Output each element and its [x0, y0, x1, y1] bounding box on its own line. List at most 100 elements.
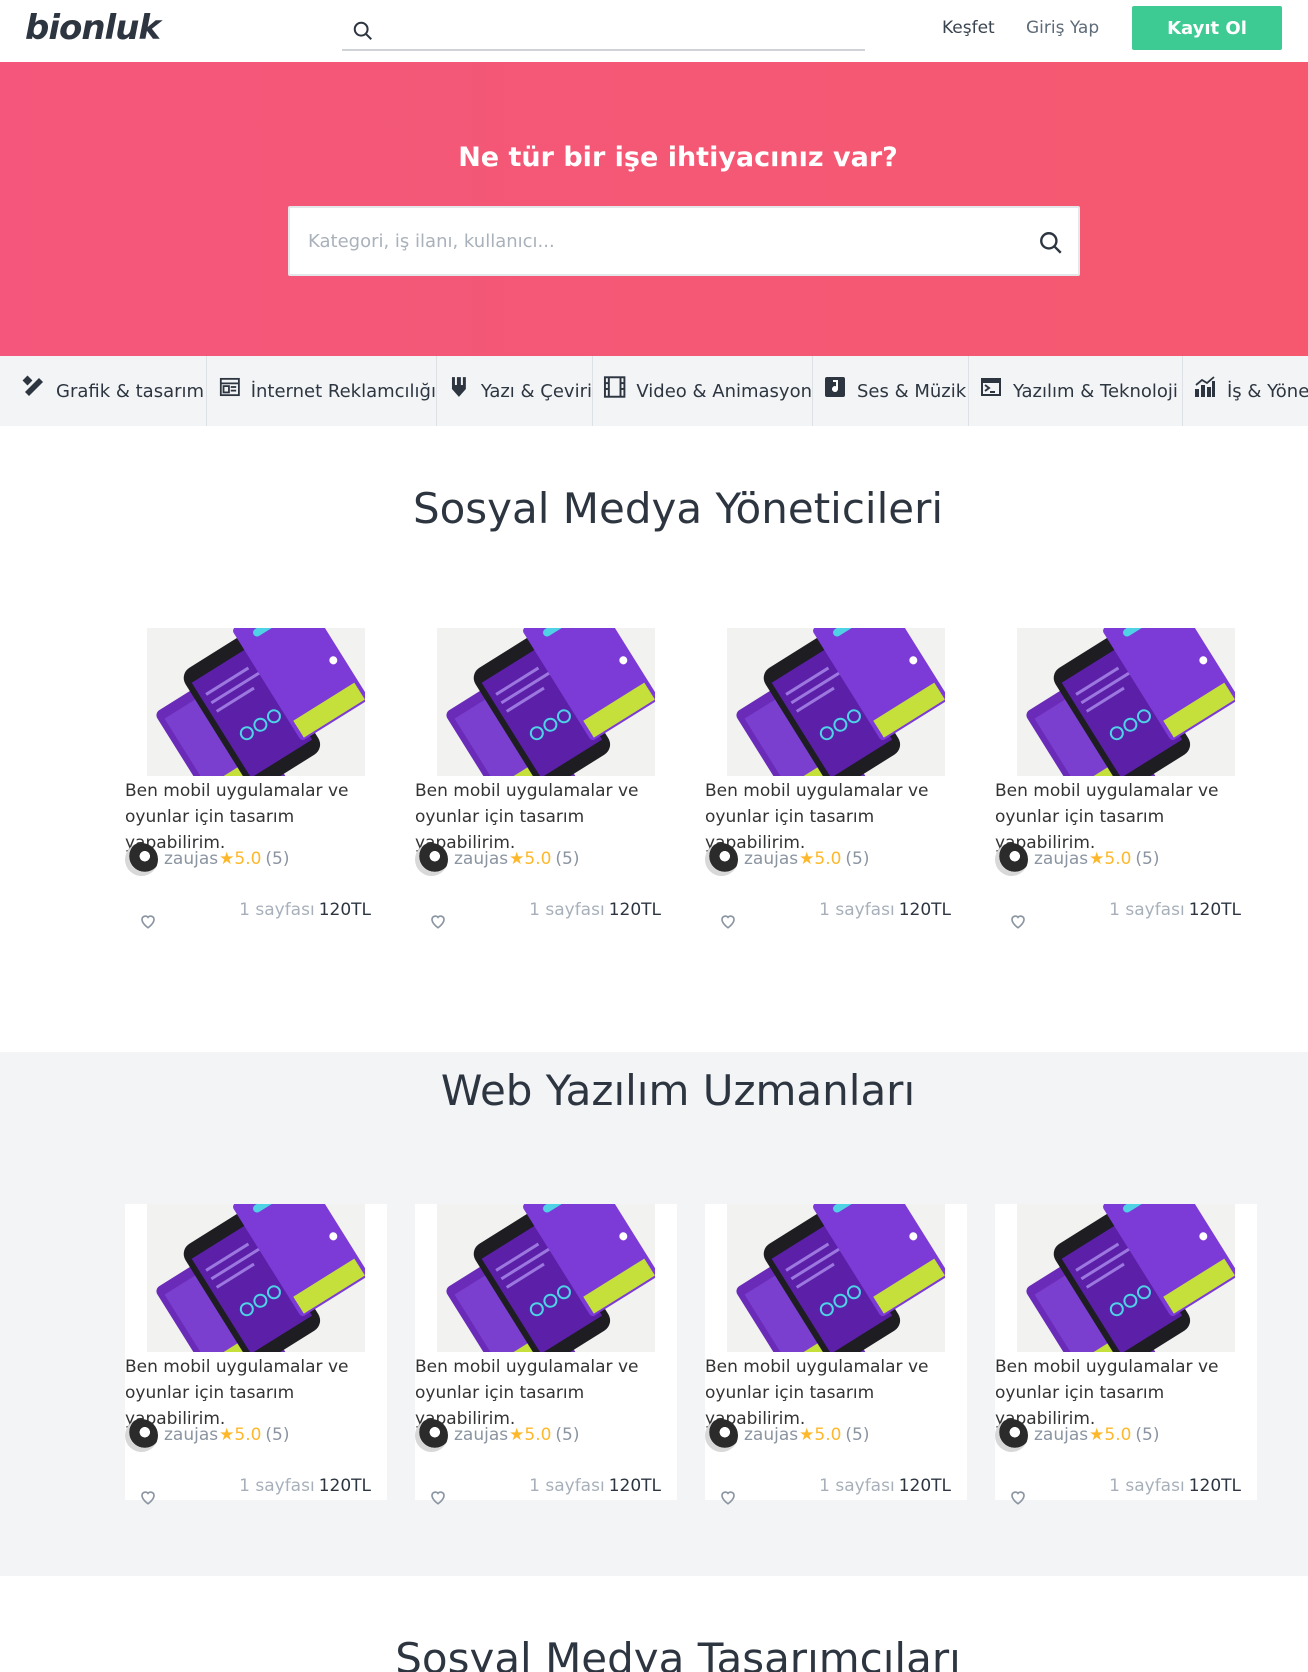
gig-card[interactable]: Ben mobil uygulamalar ve oyunlar için ta…: [415, 1204, 677, 1505]
price-row: 1 sayfası 120TL: [125, 900, 371, 920]
star-icon: ★: [509, 849, 525, 869]
price-value: 120TL: [1188, 900, 1241, 920]
top-navbar: bionluk Keşfet Giriş Yap Kayıt Ol: [0, 0, 1308, 62]
seller-username[interactable]: zaujas: [454, 849, 508, 869]
review-count: (5): [845, 849, 870, 869]
hero-search-input[interactable]: [308, 226, 1008, 256]
price-unit: 1 sayfası: [819, 1476, 895, 1496]
gig-thumbnail-image: [1017, 1204, 1235, 1352]
gig-thumbnail[interactable]: [727, 1204, 945, 1352]
seller-info: zaujas ★ 5.0 (5): [995, 1418, 1160, 1452]
nav-login-link[interactable]: Giriş Yap: [1026, 18, 1099, 38]
price-row: 1 sayfası 120TL: [415, 900, 661, 920]
gig-thumbnail[interactable]: [147, 628, 365, 776]
gig-thumbnail-image: [147, 1204, 365, 1352]
seller-username[interactable]: zaujas: [1034, 849, 1088, 869]
star-icon: ★: [219, 849, 235, 869]
music-note-icon: [825, 377, 845, 397]
avatar[interactable]: [125, 1418, 158, 1452]
category-item-business-management[interactable]: İş & Yönet: [1183, 356, 1308, 426]
price-value: 120TL: [898, 900, 951, 920]
star-icon: ★: [1089, 849, 1105, 869]
price-row: 1 sayfası 120TL: [995, 900, 1241, 920]
price-row: 1 sayfası 120TL: [995, 1476, 1241, 1496]
section-title: Web Yazılım Uzmanları: [440, 1066, 916, 1115]
rating-value: 5.0: [524, 849, 552, 869]
avatar[interactable]: [995, 1418, 1028, 1452]
price-unit: 1 sayfası: [1109, 1476, 1185, 1496]
gig-card[interactable]: Ben mobil uygulamalar ve oyunlar için ta…: [995, 1204, 1257, 1505]
seller-username[interactable]: zaujas: [1034, 1425, 1088, 1445]
price-value: 120TL: [1188, 1476, 1241, 1496]
seller-info: zaujas ★ 5.0 (5): [125, 842, 290, 876]
gig-thumbnail[interactable]: [437, 628, 655, 776]
gig-thumbnail[interactable]: [1017, 628, 1235, 776]
section-social-media-managers: Sosyal Medya Yöneticileri Ben mobil uygu…: [0, 426, 1308, 1052]
category-label: İnternet Reklamcılığı: [250, 380, 436, 402]
seller-username[interactable]: zaujas: [164, 1425, 218, 1445]
search-icon[interactable]: [352, 20, 374, 42]
avatar[interactable]: [705, 1418, 738, 1452]
gig-card[interactable]: Ben mobil uygulamalar ve oyunlar için ta…: [705, 1204, 967, 1505]
gig-thumbnail[interactable]: [1017, 1204, 1235, 1352]
price-unit: 1 sayfası: [1109, 900, 1185, 920]
gig-thumbnail[interactable]: [437, 1204, 655, 1352]
gig-card[interactable]: Ben mobil uygulamalar ve oyunlar için ta…: [125, 1204, 387, 1505]
hero-search-box[interactable]: [288, 206, 1080, 276]
rating-value: 5.0: [1104, 1425, 1132, 1445]
avatar[interactable]: [415, 1418, 448, 1452]
design-tools-icon: [22, 375, 43, 396]
seller-username[interactable]: zaujas: [744, 849, 798, 869]
star-icon: ★: [509, 1425, 525, 1445]
review-count: (5): [1135, 849, 1160, 869]
category-label: Video & Animasyon: [636, 380, 812, 402]
category-item-writing-translation[interactable]: Yazı & Çeviri: [437, 356, 593, 426]
search-icon[interactable]: [1038, 230, 1064, 256]
browser-ad-icon: [219, 377, 240, 397]
gig-thumbnail-image: [147, 628, 365, 776]
category-item-sound-music[interactable]: Ses & Müzik: [813, 356, 969, 426]
logo[interactable]: bionluk: [25, 8, 161, 48]
section-web-software-experts: Web Yazılım Uzmanları Ben mobil uygulama…: [0, 1052, 1308, 1576]
category-item-software-tech[interactable]: Yazılım & Teknoloji: [969, 356, 1183, 426]
price-value: 120TL: [898, 1476, 951, 1496]
seller-username[interactable]: zaujas: [744, 1425, 798, 1445]
category-label: İş & Yönet: [1227, 380, 1308, 402]
seller-username[interactable]: zaujas: [164, 849, 218, 869]
avatar[interactable]: [125, 842, 158, 876]
top-search-input[interactable]: [342, 10, 865, 51]
category-item-graphic-design[interactable]: Grafik & tasarım: [0, 356, 207, 426]
gig-thumbnail[interactable]: [727, 628, 945, 776]
gig-thumbnail[interactable]: [147, 1204, 365, 1352]
avatar[interactable]: [415, 842, 448, 876]
review-count: (5): [265, 849, 290, 869]
section-title: Sosyal Medya Tasarımcıları: [395, 1634, 961, 1672]
avatar[interactable]: [705, 842, 738, 876]
gig-card[interactable]: Ben mobil uygulamalar ve oyunlar için ta…: [705, 628, 967, 929]
seller-username[interactable]: zaujas: [454, 1425, 508, 1445]
price-value: 120TL: [318, 1476, 371, 1496]
gig-card[interactable]: Ben mobil uygulamalar ve oyunlar için ta…: [995, 628, 1257, 929]
signup-button[interactable]: Kayıt Ol: [1132, 6, 1282, 50]
nav-discover-link[interactable]: Keşfet: [942, 18, 995, 38]
section-social-media-designers: Sosyal Medya Tasarımcıları: [0, 1576, 1308, 1672]
gig-thumbnail-image: [727, 628, 945, 776]
category-item-internet-ads[interactable]: İnternet Reklamcılığı: [207, 356, 437, 426]
gig-card[interactable]: Ben mobil uygulamalar ve oyunlar için ta…: [415, 628, 677, 929]
category-item-video-animation[interactable]: Video & Animasyon: [593, 356, 813, 426]
rating-value: 5.0: [1104, 849, 1132, 869]
avatar[interactable]: [995, 842, 1028, 876]
price-unit: 1 sayfası: [239, 900, 315, 920]
rating-value: 5.0: [234, 849, 262, 869]
price-row: 1 sayfası 120TL: [705, 1476, 951, 1496]
gig-thumbnail-image: [437, 628, 655, 776]
star-icon: ★: [799, 849, 815, 869]
rating-value: 5.0: [814, 1425, 842, 1445]
price-row: 1 sayfası 120TL: [705, 900, 951, 920]
category-label: Yazı & Çeviri: [480, 380, 592, 402]
gig-thumbnail-image: [1017, 628, 1235, 776]
category-label: Grafik & tasarım: [56, 380, 205, 402]
gig-card[interactable]: Ben mobil uygulamalar ve oyunlar için ta…: [125, 628, 387, 929]
terminal-icon: [981, 378, 1001, 396]
section-title: Sosyal Medya Yöneticileri: [412, 484, 944, 533]
